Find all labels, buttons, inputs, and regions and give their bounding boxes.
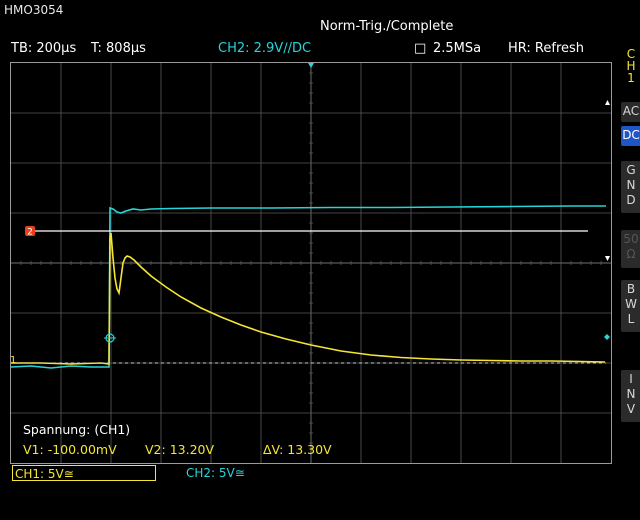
trigger-status: Norm-Trig./Complete: [320, 19, 454, 34]
timebase-setting[interactable]: TB: 200µs: [11, 41, 76, 56]
ch1-reference-marker[interactable]: 1: [11, 355, 16, 366]
side-button-bwl[interactable]: B W L: [621, 280, 640, 332]
measurement-delta: ΔV: 13.30V: [263, 442, 332, 457]
measurement-readout: Spannung: (CH1) V1: -100.00mV V2: 13.20V…: [23, 422, 332, 457]
side-channel-tag: C H 1: [626, 47, 636, 85]
sample-rate-icon: □: [414, 41, 427, 56]
svg-text:2: 2: [27, 228, 33, 238]
trigger-level-marker: [604, 334, 610, 340]
ch1-scale-setting[interactable]: CH1: 5V≅: [12, 465, 156, 481]
trigger-position-marker: [308, 63, 314, 68]
ch2-scale-setting[interactable]: CH2: 5V≅: [186, 466, 245, 480]
ch1-level-arrow: [605, 256, 610, 261]
measurement-v2: V2: 13.20V: [145, 442, 214, 457]
side-button-inv[interactable]: I N V: [621, 370, 640, 422]
ch2-trigger-setting[interactable]: CH2: 2.9V∕/DC: [218, 41, 311, 56]
measurement-title: Spannung: (CH1): [23, 422, 130, 437]
side-button-gnd[interactable]: G N D: [621, 161, 640, 213]
side-button-dc[interactable]: DC: [621, 126, 640, 146]
waveform-display[interactable]: 2 1 Spannung: (CH1) V1: -100.00mV V2: 13…: [10, 62, 612, 464]
measurement-v1: V1: -100.00mV: [23, 442, 117, 457]
channel-side-panel: C H 1 AC DC G N D 50 Ω B W L I N V: [615, 48, 640, 460]
acquisition-mode[interactable]: HR: Refresh: [508, 41, 584, 56]
svg-text:1: 1: [11, 355, 16, 366]
side-button-ac[interactable]: AC: [621, 102, 640, 122]
side-button-50ω[interactable]: 50 Ω: [621, 230, 640, 268]
ch2-reference-marker[interactable]: 2: [25, 226, 35, 238]
ch1-waveform: [11, 232, 606, 365]
settings-bar: TB: 200µs T: 808µs CH2: 2.9V∕/DC □ 2.5MS…: [0, 40, 612, 58]
device-model-label: HMO3054: [4, 3, 64, 17]
ch2-level-arrow: [605, 100, 610, 105]
graticule-grid: [11, 63, 611, 463]
sample-rate: 2.5MSa: [433, 41, 482, 56]
trigger-time-setting[interactable]: T: 808µs: [91, 41, 146, 56]
